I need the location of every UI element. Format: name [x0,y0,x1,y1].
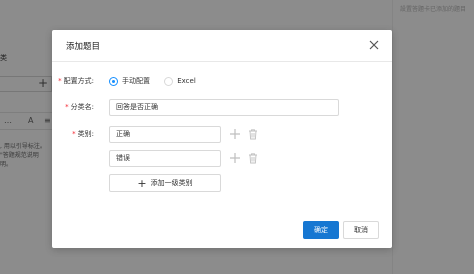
confirm-button[interactable]: 确定 [303,221,339,239]
category-item-input[interactable]: 正确 [109,126,221,143]
config-method-radio-group: 手动配置 Excel [109,76,208,88]
dialog-header: 添加题目 [52,30,392,62]
category-name-input[interactable]: 回答是否正确 [109,99,339,116]
dialog-footer: 确定 取消 [52,212,392,248]
config-method-label: * 配置方式: [58,77,94,85]
add-category-label: 添加一级类别 [150,179,193,187]
add-icon[interactable] [229,152,241,164]
radio-unselected-icon[interactable] [164,76,174,86]
category-item-row: 错误 [52,150,392,168]
close-icon[interactable] [368,39,380,51]
radio-excel-label: Excel [177,77,196,85]
delete-icon[interactable] [247,152,259,164]
plus-icon: + [137,176,147,190]
category-name-row: * 分类名: 回答是否正确 [52,99,392,117]
category-item-row: * 类别: 正确 [52,126,392,144]
dialog-title: 添加题目 [66,42,101,52]
cancel-button[interactable]: 取消 [343,221,379,239]
radio-manual-label: 手动配置 [122,77,150,85]
delete-icon[interactable] [247,128,259,140]
add-question-dialog: 添加题目 * 配置方式: 手动配置 Excel * 分类名: 回答是否正确 * 类别:… [52,30,392,248]
config-method-row: * 配置方式: 手动配置 Excel [52,76,392,88]
category-item-input[interactable]: 错误 [109,150,221,167]
category-name-label: * 分类名: [65,103,94,111]
categories-label: * 类别: [72,130,94,138]
add-category-button[interactable]: + 添加一级类别 [109,174,221,192]
radio-excel[interactable]: Excel [164,76,196,86]
radio-selected-icon[interactable] [109,76,118,86]
radio-manual-config[interactable]: 手动配置 [109,76,150,86]
add-icon[interactable] [229,128,241,140]
